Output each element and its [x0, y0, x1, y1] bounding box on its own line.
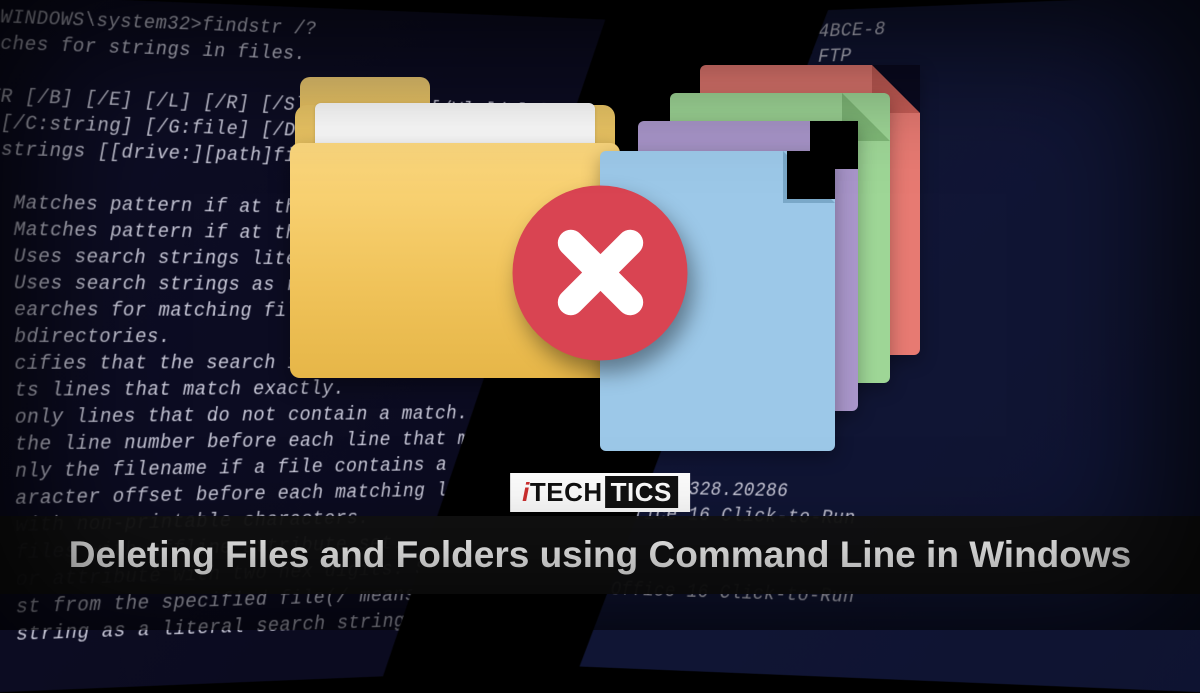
- logo-suffix: TICS: [605, 476, 678, 508]
- title-bar: Deleting Files and Folders using Command…: [0, 516, 1200, 594]
- logo-mid: TECH: [530, 477, 603, 507]
- logo-prefix: i: [522, 477, 530, 507]
- page-title: Deleting Files and Folders using Command…: [0, 534, 1200, 576]
- hero-graphic: [250, 55, 950, 475]
- delete-x-icon: [513, 185, 688, 360]
- brand-logo: iTECHTICS: [510, 473, 690, 512]
